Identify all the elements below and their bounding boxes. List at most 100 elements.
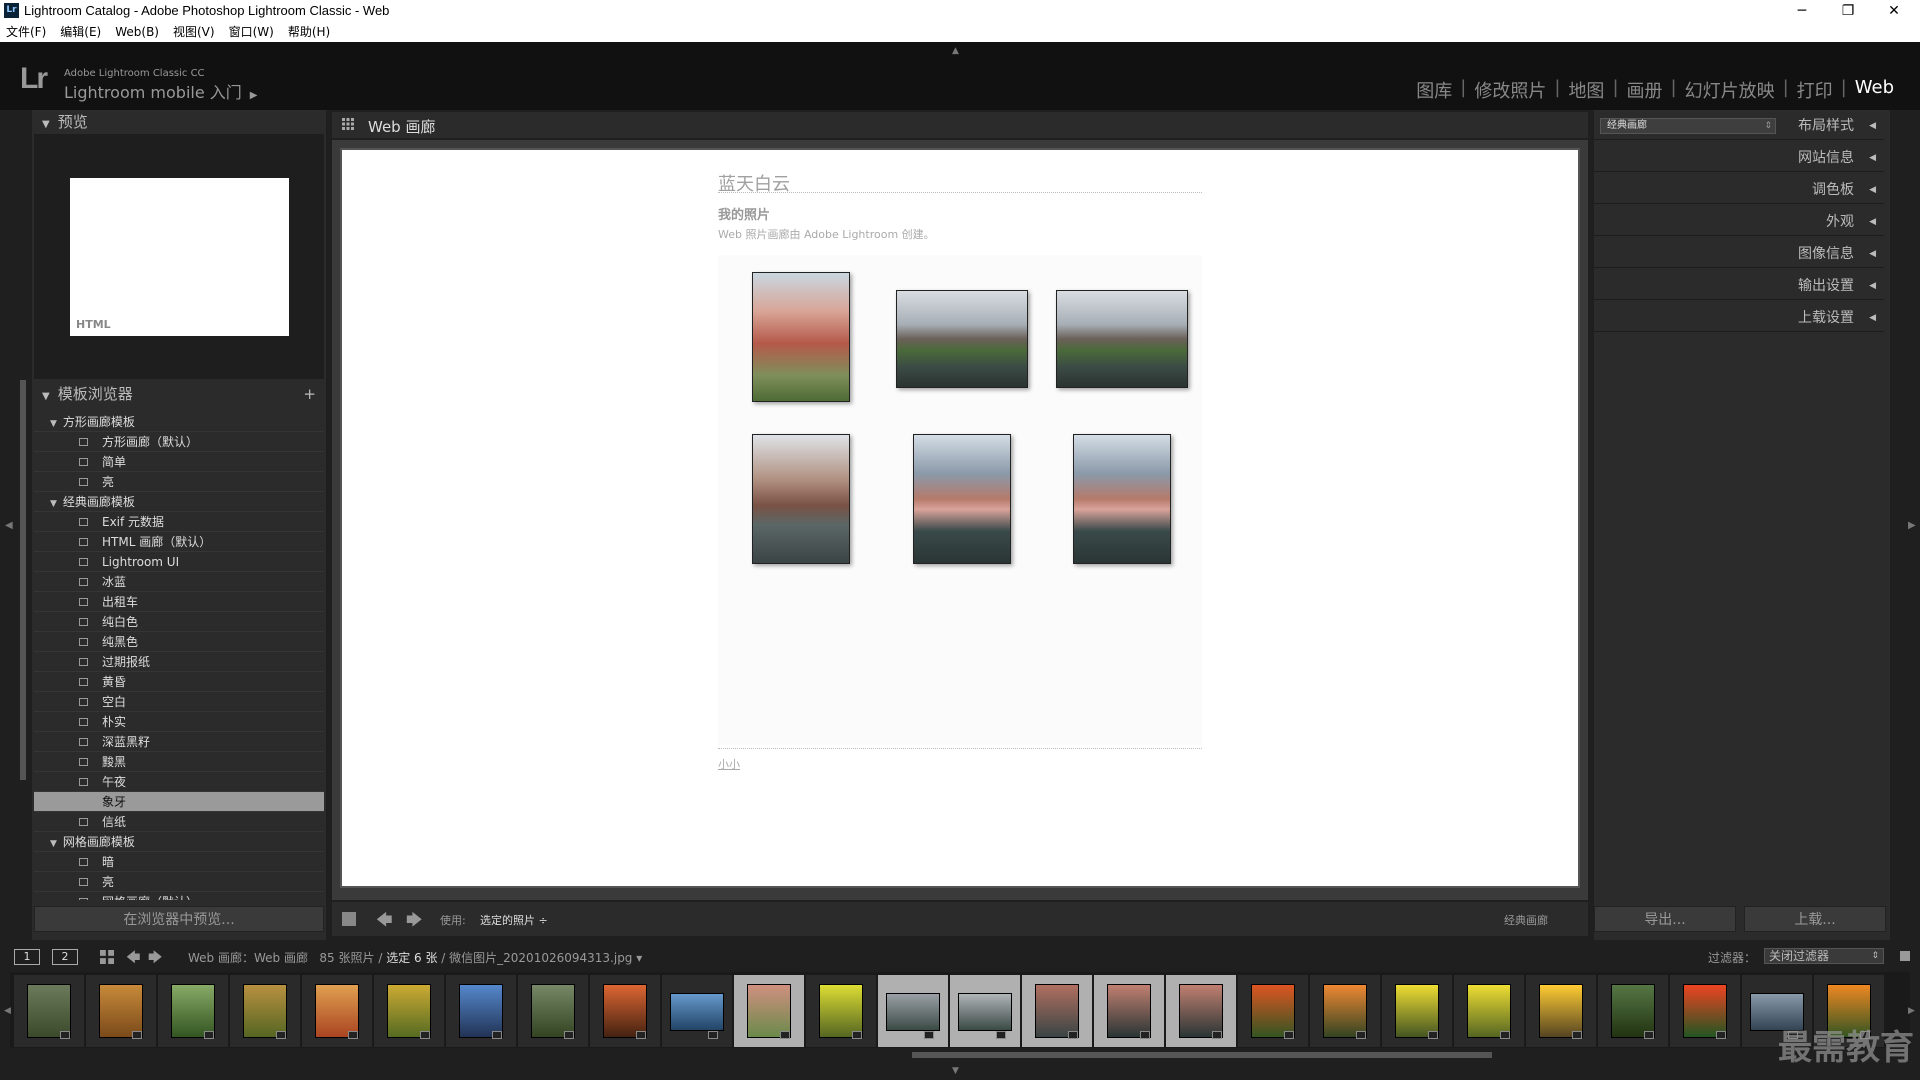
filmstrip-thumbnail[interactable] — [662, 975, 732, 1047]
template-folder[interactable]: ▼ 网格画廊模板 — [34, 832, 324, 852]
filmstrip-thumbnail[interactable] — [950, 975, 1020, 1047]
template-folder[interactable]: ▼ 经典画廊模板 — [34, 492, 324, 512]
next-arrow-icon[interactable]: 🡆 — [406, 909, 423, 936]
section-output-settings[interactable]: 输出设置 ◀ — [1594, 272, 1884, 300]
menu-edit[interactable]: 编辑(E) — [60, 22, 101, 42]
filmstrip-thumbnail[interactable] — [1382, 975, 1452, 1047]
module-web[interactable]: Web — [1847, 77, 1902, 103]
expanded-triangle-icon[interactable]: ▼ — [50, 839, 57, 849]
template-item[interactable]: 网格画廊（默认） — [34, 892, 324, 900]
collapse-right-panel-icon[interactable]: ▶ — [1908, 520, 1916, 531]
gallery-photo[interactable] — [1056, 290, 1188, 388]
filmstrip-thumbnail[interactable] — [878, 975, 948, 1047]
module-library[interactable]: 图库 — [1408, 77, 1460, 103]
template-item[interactable]: 方形画廊（默认） — [34, 432, 324, 452]
section-site-info[interactable]: 网站信息 ◀ — [1594, 144, 1884, 172]
filmstrip-thumbnail[interactable] — [1670, 975, 1740, 1047]
collapse-bottom-panel-icon[interactable]: ▼ — [952, 1066, 959, 1076]
template-folder[interactable]: ▼ 方形画廊模板 — [34, 412, 324, 432]
section-upload-settings[interactable]: 上载设置 ◀ — [1594, 304, 1884, 332]
template-item[interactable]: 象牙 — [34, 792, 324, 812]
collapse-left-panel-icon[interactable]: ◀ — [5, 520, 13, 531]
template-item[interactable]: 黄昏 — [34, 672, 324, 692]
filmstrip-thumbnail[interactable] — [1310, 975, 1380, 1047]
filmstrip-thumbnail[interactable] — [374, 975, 444, 1047]
module-develop[interactable]: 修改照片 — [1466, 77, 1554, 103]
grid-icon[interactable] — [342, 118, 354, 130]
filmstrip-thumbnail[interactable] — [158, 975, 228, 1047]
back-arrow-icon[interactable]: 🡄 — [126, 947, 140, 971]
left-panel-scrollbar[interactable] — [20, 380, 26, 780]
window-1-button[interactable]: 1 — [14, 949, 40, 965]
previous-arrow-icon[interactable]: 🡄 — [376, 909, 393, 936]
grid-view-icon[interactable] — [100, 950, 114, 964]
filmstrip-left-icon[interactable]: ◀ — [4, 1006, 11, 1016]
template-item[interactable]: 朴实 — [34, 712, 324, 732]
expanded-triangle-icon[interactable]: ▼ — [50, 419, 57, 429]
filmstrip-thumbnail[interactable] — [302, 975, 372, 1047]
template-item[interactable]: HTML 画廊（默认） — [34, 532, 324, 552]
use-selection-dropdown[interactable]: 选定的照片 ÷ — [480, 912, 548, 928]
template-item[interactable]: 简单 — [34, 452, 324, 472]
contact-info-link[interactable]: 小小 — [718, 756, 740, 772]
section-image-info[interactable]: 图像信息 ◀ — [1594, 240, 1884, 268]
template-item[interactable]: 亮 — [34, 472, 324, 492]
minimize-button[interactable]: ─ — [1780, 0, 1824, 22]
filmstrip-scrollbar[interactable] — [912, 1052, 1492, 1058]
template-item[interactable]: 纯白色 — [34, 612, 324, 632]
menu-web[interactable]: Web(B) — [115, 22, 159, 42]
expanded-triangle-icon[interactable]: ▼ — [50, 499, 57, 509]
menu-help[interactable]: 帮助(H) — [288, 22, 330, 42]
filmstrip-thumbnail[interactable] — [518, 975, 588, 1047]
export-button[interactable]: 导出... — [1594, 906, 1736, 932]
section-layout-style[interactable]: 布局样式 ◀ — [1594, 112, 1884, 140]
section-appearance[interactable]: 外观 ◀ — [1594, 208, 1884, 236]
menu-view[interactable]: 视图(V) — [173, 22, 215, 42]
template-item[interactable]: 午夜 — [34, 772, 324, 792]
template-item[interactable]: Exif 元数据 — [34, 512, 324, 532]
collection-title[interactable]: 我的照片 — [718, 204, 770, 223]
close-button[interactable]: ✕ — [1872, 0, 1916, 22]
forward-arrow-icon[interactable]: 🡆 — [148, 947, 162, 971]
template-item[interactable]: 黢黑 — [34, 752, 324, 772]
module-slideshow[interactable]: 幻灯片放映 — [1677, 77, 1783, 103]
template-item[interactable]: 纯黑色 — [34, 632, 324, 652]
gallery-photo[interactable] — [1073, 434, 1171, 564]
gallery-photo[interactable] — [896, 290, 1028, 388]
window-2-button[interactable]: 2 — [52, 949, 78, 965]
filmstrip-thumbnail[interactable] — [1526, 975, 1596, 1047]
template-item[interactable]: 冰蓝 — [34, 572, 324, 592]
maximize-button[interactable]: ❐ — [1826, 0, 1870, 22]
filmstrip-thumbnail[interactable] — [1454, 975, 1524, 1047]
preview-panel-header[interactable]: ▼ 预览 — [34, 110, 324, 134]
filmstrip-thumbnail[interactable] — [1598, 975, 1668, 1047]
mobile-start-link[interactable]: Lightroom mobile 入门 ▶ — [64, 79, 257, 103]
filmstrip-thumbnail[interactable] — [806, 975, 876, 1047]
gallery-photo[interactable] — [752, 272, 850, 402]
template-item[interactable]: 深蓝黑籽 — [34, 732, 324, 752]
menu-window[interactable]: 窗口(W) — [229, 22, 274, 42]
menu-file[interactable]: 文件(F) — [6, 22, 46, 42]
template-item[interactable]: Lightroom UI — [34, 552, 324, 572]
filmstrip-right-icon[interactable]: ▶ — [1908, 1006, 1915, 1016]
filmstrip-thumbnail[interactable] — [734, 975, 804, 1047]
module-print[interactable]: 打印 — [1789, 77, 1841, 103]
upload-button[interactable]: 上载... — [1744, 906, 1886, 932]
template-browser-header[interactable]: ▼ 模板浏览器 + — [34, 382, 324, 406]
template-item[interactable]: 过期报纸 — [34, 652, 324, 672]
template-item[interactable]: 出租车 — [34, 592, 324, 612]
add-template-icon[interactable]: + — [303, 382, 316, 406]
collection-description[interactable]: Web 照片画廊由 Adobe Lightroom 创建。 — [718, 226, 935, 242]
collapse-top-panel-icon[interactable]: ▲ — [952, 46, 959, 56]
stop-icon[interactable] — [342, 912, 356, 926]
filter-lock-icon[interactable] — [1900, 951, 1910, 961]
filmstrip-thumbnail[interactable] — [1166, 975, 1236, 1047]
template-item[interactable]: 暗 — [34, 852, 324, 872]
filmstrip-thumbnail[interactable] — [446, 975, 516, 1047]
filmstrip-source[interactable]: Web 画廊：Web 画廊 85 张照片 / 选定 6 张 / 微信图片_202… — [188, 949, 642, 966]
module-book[interactable]: 画册 — [1619, 77, 1671, 103]
preview-in-browser-button[interactable]: 在浏览器中预览... — [34, 906, 324, 932]
section-color-palette[interactable]: 调色板 ◀ — [1594, 176, 1884, 204]
filter-dropdown[interactable]: 关闭过滤器 ⇕ — [1764, 948, 1884, 964]
filmstrip-thumbnail[interactable] — [230, 975, 300, 1047]
